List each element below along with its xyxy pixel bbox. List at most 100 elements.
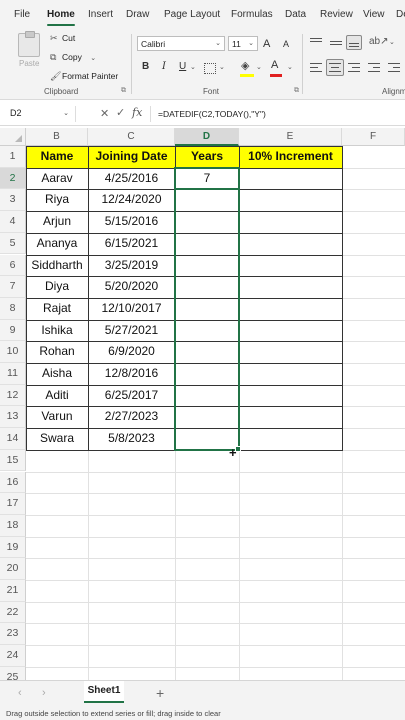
- column-header-d[interactable]: D: [175, 128, 239, 146]
- table-cell[interactable]: 5/8/2023: [88, 428, 175, 450]
- increase-indent-icon[interactable]: [388, 62, 402, 74]
- top-align-icon[interactable]: [310, 37, 324, 47]
- row-header-24[interactable]: 24: [0, 645, 26, 667]
- align-center-icon[interactable]: [326, 59, 344, 76]
- table-cell[interactable]: [175, 341, 239, 363]
- cancel-icon[interactable]: ✕: [100, 107, 109, 120]
- borders-icon[interactable]: [204, 63, 216, 74]
- table-cell[interactable]: [239, 363, 342, 385]
- table-cell[interactable]: [175, 406, 239, 428]
- row-header-10[interactable]: 10: [0, 341, 26, 363]
- table-cell[interactable]: [239, 341, 342, 363]
- row-header-21[interactable]: 21: [0, 580, 26, 602]
- tab-home[interactable]: Home: [47, 9, 75, 20]
- table-cell[interactable]: [175, 276, 239, 298]
- table-cell[interactable]: 3/25/2019: [88, 255, 175, 277]
- tab-insert[interactable]: Insert: [88, 9, 113, 20]
- table-cell[interactable]: 12/10/2017: [88, 298, 175, 320]
- table-cell[interactable]: [175, 363, 239, 385]
- row-header-2[interactable]: 2: [0, 167, 26, 190]
- table-cell[interactable]: Aditi: [26, 385, 88, 407]
- font-name-select[interactable]: Calibri ⌄: [137, 36, 225, 51]
- worksheet-grid[interactable]: B C D E F 1 2 3 4 5 6 7 8 9 10 11 12 13 14 15 16 17 18 19 20 21 22…: [0, 128, 405, 680]
- table-cell[interactable]: 7: [175, 168, 239, 190]
- paste-button[interactable]: Paste: [19, 59, 39, 68]
- row-header-16[interactable]: 16: [0, 471, 26, 494]
- formula-input[interactable]: =DATEDIF(C2,TODAY(),"Y"): [158, 109, 266, 119]
- italic-button[interactable]: I: [162, 61, 166, 72]
- chevron-down-icon[interactable]: ⌄: [287, 63, 293, 71]
- table-cell[interactable]: [239, 189, 342, 211]
- font-color-icon[interactable]: A: [271, 59, 278, 71]
- table-header-cell[interactable]: Joining Date: [88, 146, 175, 168]
- align-right-icon[interactable]: [348, 62, 362, 74]
- table-cell[interactable]: [175, 320, 239, 342]
- table-cell[interactable]: [175, 298, 239, 320]
- table-header-cell[interactable]: Name: [26, 146, 88, 168]
- table-cell[interactable]: Ishika: [26, 320, 88, 342]
- tab-formulas[interactable]: Formulas: [231, 9, 273, 20]
- dialog-launcher-icon[interactable]: ⧉: [121, 87, 126, 95]
- insert-function-button[interactable]: fx: [132, 106, 142, 119]
- orientation-icon[interactable]: ab↗: [369, 36, 389, 47]
- table-cell[interactable]: Rohan: [26, 341, 88, 363]
- table-cell[interactable]: 5/20/2020: [88, 276, 175, 298]
- table-cell[interactable]: [239, 428, 342, 450]
- table-cell[interactable]: [239, 233, 342, 255]
- table-cell[interactable]: 5/27/2021: [88, 320, 175, 342]
- underline-button[interactable]: U: [179, 61, 186, 72]
- table-cell[interactable]: Diya: [26, 276, 88, 298]
- table-cell[interactable]: [239, 211, 342, 233]
- table-header-cell[interactable]: Years: [175, 146, 239, 168]
- shrink-font-button[interactable]: A: [283, 39, 289, 49]
- bold-button[interactable]: B: [142, 61, 149, 72]
- table-cell[interactable]: Aarav: [26, 168, 88, 190]
- bottom-align-icon[interactable]: [346, 35, 362, 50]
- table-cell[interactable]: Siddharth: [26, 255, 88, 277]
- name-box[interactable]: D2 ⌄: [4, 106, 76, 122]
- row-header-3[interactable]: 3: [0, 189, 26, 212]
- table-cell[interactable]: 4/25/2016: [88, 168, 175, 190]
- chevron-left-icon[interactable]: ‹: [18, 687, 22, 699]
- cut-button[interactable]: ✂ Cut: [50, 33, 75, 44]
- table-cell[interactable]: 5/15/2016: [88, 211, 175, 233]
- align-left-icon[interactable]: [310, 62, 324, 74]
- tab-developer-truncated[interactable]: De: [396, 9, 405, 20]
- table-cell[interactable]: [239, 168, 342, 190]
- row-header-15[interactable]: 15: [0, 449, 26, 472]
- table-cell[interactable]: [175, 385, 239, 407]
- chevron-down-icon[interactable]: ⌄: [219, 63, 225, 71]
- copy-button[interactable]: ⧉ Copy ⌄: [50, 52, 96, 63]
- middle-align-icon[interactable]: [330, 37, 344, 47]
- format-painter-button[interactable]: 🖌Format Painter: [50, 71, 118, 82]
- table-cell[interactable]: 12/8/2016: [88, 363, 175, 385]
- table-cell[interactable]: 6/15/2021: [88, 233, 175, 255]
- tab-page-layout[interactable]: Page Layout: [164, 9, 220, 20]
- row-header-20[interactable]: 20: [0, 558, 26, 580]
- table-cell[interactable]: [239, 255, 342, 277]
- table-cell[interactable]: [239, 276, 342, 298]
- row-header-1[interactable]: 1: [0, 146, 26, 168]
- row-header-12[interactable]: 12: [0, 384, 26, 407]
- decrease-indent-icon[interactable]: [368, 62, 382, 74]
- enter-icon[interactable]: ✓: [116, 106, 125, 119]
- row-header-7[interactable]: 7: [0, 276, 26, 298]
- row-header-11[interactable]: 11: [0, 363, 26, 385]
- row-header-13[interactable]: 13: [0, 406, 26, 429]
- table-cell[interactable]: Swara: [26, 428, 88, 450]
- row-header-25[interactable]: 25: [0, 666, 26, 680]
- tab-data[interactable]: Data: [285, 9, 306, 20]
- column-header-e[interactable]: E: [239, 128, 342, 146]
- tab-review[interactable]: Review: [320, 9, 353, 20]
- table-cell[interactable]: [239, 320, 342, 342]
- chevron-down-icon[interactable]: ⌄: [190, 63, 196, 71]
- table-cell[interactable]: [239, 406, 342, 428]
- row-header-8[interactable]: 8: [0, 297, 26, 320]
- chevron-down-icon[interactable]: ⌄: [389, 38, 395, 46]
- table-cell[interactable]: Varun: [26, 406, 88, 428]
- row-header-5[interactable]: 5: [0, 232, 26, 255]
- table-cell[interactable]: Arjun: [26, 211, 88, 233]
- row-header-23[interactable]: 23: [0, 623, 26, 646]
- table-cell[interactable]: [239, 298, 342, 320]
- table-cell[interactable]: Ananya: [26, 233, 88, 255]
